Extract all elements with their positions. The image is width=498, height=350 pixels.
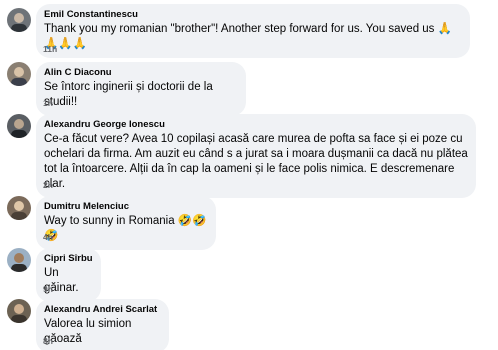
comment-author[interactable]: Alexandru Andrei Scarlat <box>44 304 161 316</box>
comment-timestamp[interactable]: 8h <box>43 336 53 346</box>
comment-timestamp[interactable]: 1h <box>43 98 53 108</box>
comment-text: Valorea lu simion găoază <box>44 318 132 345</box>
comment-timestamp[interactable]: 9h <box>43 284 53 294</box>
comment-bubble: Alexandru Andrei Scarlat Valorea lu simi… <box>36 299 169 350</box>
comment-timestamp[interactable]: 2h <box>43 180 53 190</box>
avatar[interactable] <box>7 299 31 323</box>
comment-author[interactable]: Emil Constantinescu <box>44 9 462 21</box>
comment-bubble: Alexandru George Ionescu Ce-a făcut vere… <box>36 114 476 198</box>
comment-timestamp[interactable]: 4h <box>43 232 53 242</box>
comment-text: Ce-a făcut vere? Avea 10 copilași acasă … <box>44 133 468 190</box>
avatar[interactable] <box>7 8 31 32</box>
comment-author[interactable]: Dumitru Melenciuc <box>44 201 208 213</box>
comment-author[interactable]: Cipri Sîrbu <box>44 253 93 265</box>
comment-bubble: Dumitru Melenciuc Way to sunny in Romani… <box>36 196 216 250</box>
comment-timestamp[interactable]: 11h <box>43 44 57 54</box>
comment-author[interactable]: Alexandru George Ionescu <box>44 119 468 131</box>
comment-author[interactable]: Alin C Diaconu <box>44 67 238 79</box>
comment-text: Se întorc inginerii și doctorii de la st… <box>44 81 213 108</box>
avatar[interactable] <box>7 248 31 272</box>
comment-bubble: Emil Constantinescu Thank you my romania… <box>36 4 470 58</box>
comment-text: Way to sunny in Romania 🤣🤣🤣 <box>44 215 207 242</box>
avatar[interactable] <box>7 114 31 138</box>
comments-feed: Emil Constantinescu Thank you my romania… <box>0 0 498 350</box>
avatar[interactable] <box>7 62 31 86</box>
comment-bubble: Alin C Diaconu Se întorc inginerii și do… <box>36 62 246 116</box>
comment-text: Thank you my romanian "brother"! Another… <box>44 23 452 50</box>
avatar[interactable] <box>7 196 31 220</box>
